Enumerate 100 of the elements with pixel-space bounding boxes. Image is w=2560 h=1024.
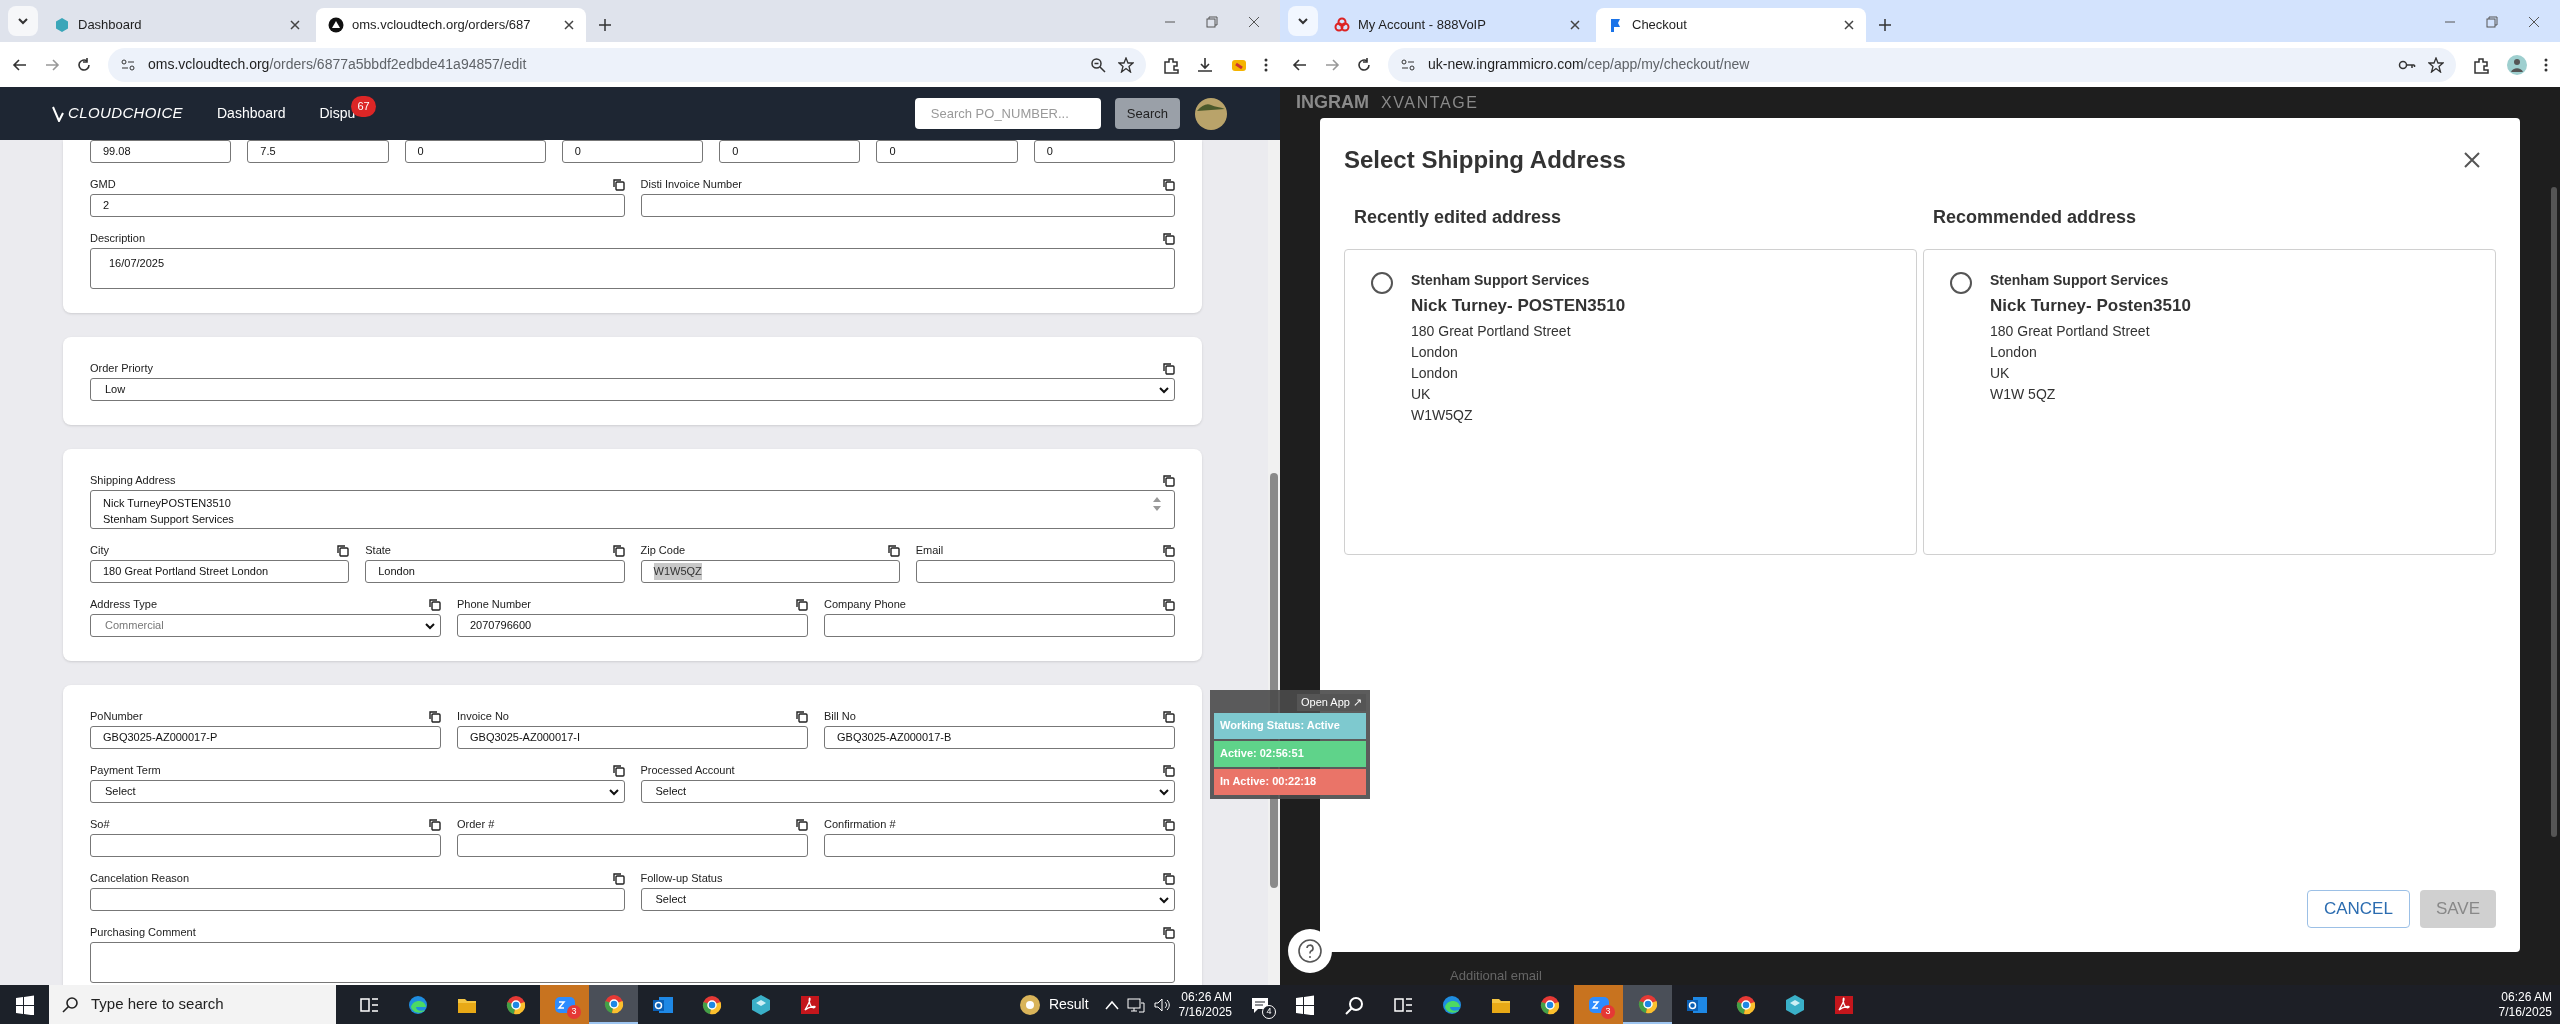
text-field[interactable] [640,194,1175,217]
close-window-icon[interactable] [1248,16,1260,28]
avatar-icon[interactable] [1194,96,1228,131]
puzzle-icon[interactable] [1162,55,1180,74]
speaker-icon[interactable] [1152,996,1171,1013]
close-icon[interactable] [2464,152,2480,168]
text-field[interactable] [824,614,1175,637]
tab-list-button[interactable] [1288,6,1318,36]
reload-icon[interactable] [76,56,92,73]
text-field[interactable]: 180 Great Portland Street London [90,560,350,583]
text-field[interactable]: 0 [404,140,546,163]
copy-icon[interactable] [1162,177,1175,191]
copy-icon[interactable] [611,177,625,191]
browser-tab[interactable]: My Account - 888VoIP [1322,8,1592,42]
copy-icon[interactable] [611,763,625,777]
text-field[interactable]: 99.08 [90,140,232,163]
scrollbar-thumb[interactable] [2551,187,2557,837]
network-icon[interactable] [1126,996,1145,1013]
copy-icon[interactable] [1162,817,1175,831]
copy-icon[interactable] [428,597,441,611]
reload-icon[interactable] [1356,56,1372,73]
text-field[interactable]: GBQ3025-AZ000017-B [824,726,1175,749]
text-field[interactable] [824,834,1175,857]
text-field[interactable]: 0 [561,140,704,163]
star-icon[interactable] [2428,56,2444,73]
text-field[interactable]: GBQ3025-AZ000017-P [90,726,441,749]
restore-icon[interactable] [2486,16,2498,28]
copy-icon[interactable] [336,543,350,557]
text-field[interactable]: 0 [1033,140,1175,163]
menu-icon[interactable] [1264,56,1268,73]
copy-icon[interactable] [1162,597,1175,611]
text-area[interactable]: 16/07/2025 [90,248,1175,289]
puzzle-icon[interactable] [2472,55,2490,74]
back-icon[interactable] [1292,56,1308,73]
copy-icon[interactable] [795,597,808,611]
copy-icon[interactable] [428,817,441,831]
copy-icon[interactable] [1162,871,1175,885]
star-icon[interactable] [1118,56,1134,73]
text-field[interactable]: 2 [90,194,625,217]
taskbar-search-field[interactable]: Type here to search [49,985,336,1024]
address-card[interactable]: Stenham Support Services Nick Turney- Posten3510 180 Great Portland Street London UK W1W 5QZ [1923,249,2496,555]
avatar-icon[interactable] [2506,53,2528,76]
back-icon[interactable] [12,56,28,73]
text-field[interactable]: GBQ3025-AZ000017-I [457,726,808,749]
copy-icon[interactable] [1162,763,1175,777]
text-field[interactable]: 2070796600 [457,614,808,637]
forward-icon[interactable] [1324,56,1340,73]
open-app-link[interactable]: Open App ↗ [1297,694,1366,711]
taskbar-button[interactable]: 3 [1574,985,1623,1024]
chevron-up-icon[interactable] [1104,999,1119,1010]
close-icon[interactable] [290,20,300,30]
close-window-icon[interactable] [2528,16,2540,28]
copy-icon[interactable] [428,709,441,723]
site-info-icon[interactable] [1400,56,1416,73]
text-field[interactable] [457,834,808,857]
text-field[interactable]: 0 [876,140,1018,163]
help-button[interactable] [1288,929,1332,973]
cancel-button[interactable]: CANCEL [2306,890,2410,928]
browser-tab[interactable]: oms.vcloudtech.org/orders/687 [316,8,586,42]
nav-link[interactable]: Dashboard [217,103,286,124]
dropdown[interactable]: Low [90,378,1175,401]
radio-button[interactable] [1950,272,1972,294]
text-field[interactable] [90,834,441,857]
copy-icon[interactable] [1162,361,1175,375]
forward-icon[interactable] [44,56,60,73]
text-field[interactable]: 0 [719,140,861,163]
taskbar-button[interactable]: 3 [540,985,589,1024]
close-icon[interactable] [1844,20,1854,30]
scroll-arrows-icon[interactable] [1152,495,1162,513]
copy-icon[interactable] [1162,473,1175,487]
copy-icon[interactable] [1162,231,1175,245]
address-bar[interactable]: uk-new.ingrammicro.com/cep/app/my/checkout/new [1388,47,2456,82]
text-area[interactable] [90,942,1175,983]
site-info-icon[interactable] [120,56,136,73]
menu-icon[interactable] [2544,56,2548,73]
dropdown[interactable]: Select [90,780,625,803]
browser-tab[interactable]: Checkout [1596,8,1866,42]
copy-icon[interactable] [1162,709,1175,723]
copy-icon[interactable] [1162,543,1175,557]
text-field[interactable] [90,888,625,911]
copy-icon[interactable] [795,709,808,723]
restore-icon[interactable] [1206,16,1218,28]
tab-list-button[interactable] [8,6,38,36]
new-tab-icon[interactable] [598,18,612,32]
notification-button[interactable]: 4 [1240,985,1280,1024]
close-icon[interactable] [564,20,574,30]
download-icon[interactable] [1196,55,1214,74]
copy-icon[interactable] [886,543,900,557]
search-button[interactable]: Search [1114,98,1180,129]
close-icon[interactable] [1570,20,1580,30]
copy-icon[interactable] [795,817,808,831]
zoom-out-icon[interactable] [1090,56,1106,73]
text-field[interactable]: London [365,560,625,583]
browser-tab[interactable]: Dashboard [42,8,312,42]
dropdown[interactable]: Select [640,888,1175,911]
text-area[interactable]: Nick TurneyPOSTEN3510 Stenham Support Services [90,490,1175,529]
copy-icon[interactable] [611,543,625,557]
copy-icon[interactable] [1162,925,1175,939]
copy-icon[interactable] [611,871,625,885]
text-field[interactable]: W1W5QZ [640,560,900,583]
